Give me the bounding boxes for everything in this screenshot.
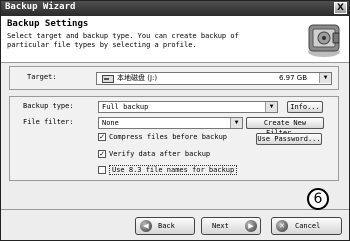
compress-checkbox[interactable]: ✓ (98, 133, 106, 141)
target-drive-size: 6.97 GB (279, 74, 308, 82)
arrow-left-icon: ◀ (140, 220, 152, 232)
backup-type-select[interactable]: Full backup ▼ (98, 101, 278, 113)
short-names-checkbox[interactable] (98, 166, 106, 174)
wizard-header: Backup Settings Select target and backup… (1, 16, 349, 63)
cancel-icon: ✕ (276, 220, 288, 232)
step-number: 6 (307, 188, 329, 210)
info-button[interactable]: Info... (287, 101, 323, 113)
footer-divider (1, 209, 349, 210)
target-select[interactable]: 本地磁盘 (J:) 6.97 GB ▼ (96, 72, 332, 85)
verify-checkbox[interactable]: ✓ (98, 150, 106, 158)
backup-wizard-window: Backup Wizard X Backup Settings Select t… (0, 0, 350, 241)
window-title: Backup Wizard (5, 2, 76, 12)
page-title: Backup Settings (7, 19, 89, 29)
file-filter-value: None (102, 119, 119, 127)
chevron-down-icon[interactable]: ▼ (265, 102, 277, 112)
cancel-button[interactable]: ✕ Cancel (271, 217, 342, 235)
backup-logo-icon (308, 24, 340, 57)
target-drive-name: 本地磁盘 (J:) (117, 74, 158, 82)
compress-label: Compress files before backup (109, 133, 228, 141)
title-bar: Backup Wizard X (1, 1, 349, 16)
chevron-down-icon[interactable]: ▼ (319, 73, 331, 83)
file-filter-select[interactable]: None ▼ (98, 117, 243, 129)
file-filter-label: File filter: (23, 118, 74, 126)
next-label: Next (212, 222, 229, 230)
close-button[interactable]: X (334, 2, 347, 14)
create-new-filter-button[interactable]: Create New Filter... (246, 117, 324, 137)
short-names-label: Use 8.3 file names for backup (109, 165, 238, 175)
page-description: Select target and backup type. You can c… (7, 32, 239, 49)
backup-type-label: Backup type: (23, 102, 74, 110)
drive-icon (102, 75, 114, 83)
settings-group: Backup type: Full backup ▼ Info... File … (9, 96, 339, 181)
chevron-down-icon[interactable]: ▼ (230, 118, 242, 128)
target-label: Target: (27, 73, 57, 81)
next-button[interactable]: Next ▶ (201, 217, 261, 235)
back-label: Back (158, 222, 175, 230)
verify-label: Verify data after backup (109, 150, 211, 158)
arrow-right-icon: ▶ (245, 220, 257, 232)
target-group: Target: 本地磁盘 (J:) 6.97 GB ▼ (9, 66, 339, 90)
cancel-label: Cancel (295, 222, 321, 230)
back-button[interactable]: ◀ Back (135, 217, 195, 235)
use-password-button[interactable]: Use Password... (256, 133, 322, 145)
backup-type-value: Full backup (102, 103, 149, 111)
